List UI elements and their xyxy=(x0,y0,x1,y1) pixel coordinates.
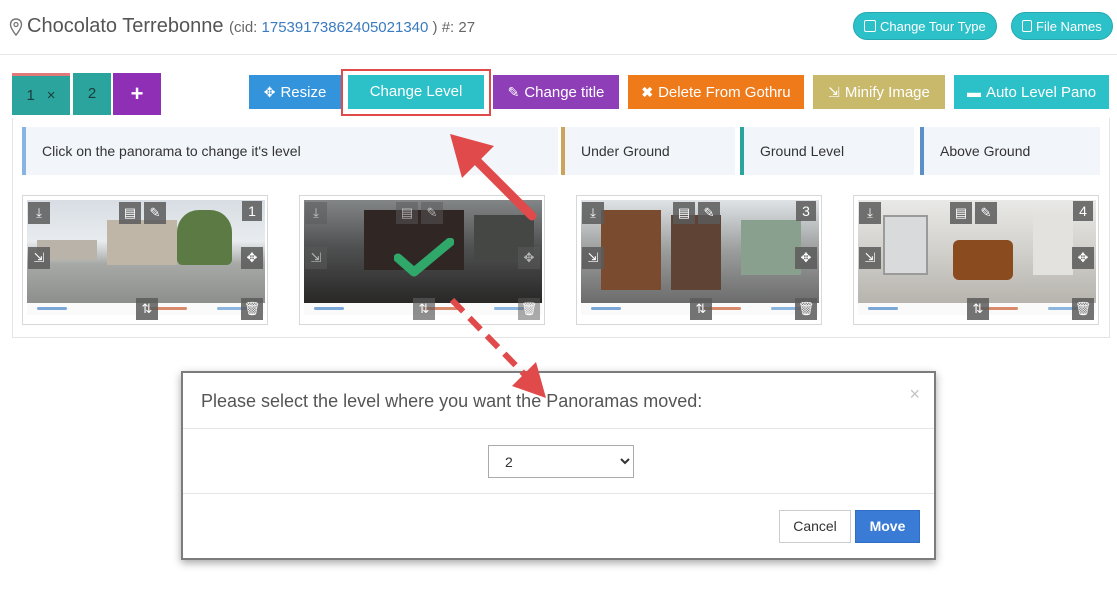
auto-level-pano-button[interactable]: ▬ Auto Level Pano xyxy=(954,75,1109,109)
move-icon[interactable]: ✥ xyxy=(1072,247,1094,269)
pencil-icon: ✎ xyxy=(507,84,520,100)
compress-icon[interactable]: ⇲ xyxy=(859,247,881,269)
change-title-label: Change title xyxy=(524,84,605,101)
tab-1-label: 1 xyxy=(26,87,35,104)
file-names-label: File Names xyxy=(1036,19,1102,34)
trash-icon[interactable]: 🗑 xyxy=(1072,298,1094,320)
move-button[interactable]: Move xyxy=(855,510,920,543)
trash-icon[interactable]: 🗑 xyxy=(518,298,540,320)
tab-level-2[interactable]: 2 xyxy=(73,73,111,115)
legend-under-ground: Under Ground xyxy=(561,127,735,175)
edit-icon[interactable]: ✎ xyxy=(975,202,997,224)
minify-image-button[interactable]: ⇲ Minify Image xyxy=(813,75,945,109)
cid-suffix: ) #: 27 xyxy=(432,19,476,36)
auto-level-label: Auto Level Pano xyxy=(985,84,1097,101)
trash-icon[interactable]: 🗑 xyxy=(795,298,817,320)
panorama-number: 1 xyxy=(242,201,262,221)
minify-label: Minify Image xyxy=(844,84,930,101)
check-icon xyxy=(394,238,454,277)
tour-name: Chocolato Terrebonne xyxy=(27,15,224,37)
move-icon[interactable]: ✥ xyxy=(241,247,263,269)
map-pin-icon xyxy=(9,18,23,36)
page-header: Chocolato Terrebonne (cid: 1753917386240… xyxy=(0,0,1117,55)
ruler-icon[interactable]: ▤ xyxy=(950,202,972,224)
close-icon[interactable]: × xyxy=(909,384,920,405)
panorama-number: 3 xyxy=(796,201,816,221)
add-level-button[interactable]: + xyxy=(113,73,161,115)
page-title: Chocolato Terrebonne (cid: 1753917386240… xyxy=(27,15,475,38)
ruler-icon[interactable]: ▤ xyxy=(119,202,141,224)
legend-above-ground: Above Ground xyxy=(920,127,1100,175)
change-tour-type-label: Change Tour Type xyxy=(880,19,986,34)
panorama-card-4[interactable]: ⤓ ▤ ✎ 4 ⇲ ✥ ⇅ 🗑 xyxy=(853,195,1099,325)
flip-icon[interactable]: ⇅ xyxy=(413,298,435,320)
ruler-icon: ▬ xyxy=(966,84,981,100)
file-names-button[interactable]: File Names xyxy=(1011,12,1113,40)
resize-label: Resize xyxy=(280,84,327,101)
move-icon: ✥ xyxy=(263,84,276,100)
panorama-number: 4 xyxy=(1073,201,1093,221)
delete-from-gothru-button[interactable]: ✖ Delete From Gothru xyxy=(628,75,804,109)
delete-label: Delete From Gothru xyxy=(658,84,791,101)
cid-link[interactable]: 17539173862405021340 xyxy=(262,19,429,36)
page: Chocolato Terrebonne (cid: 1753917386240… xyxy=(0,0,1117,600)
cancel-button[interactable]: Cancel xyxy=(779,510,851,543)
modal-title: Please select the level where you want t… xyxy=(201,391,703,411)
panorama-card-2[interactable]: ⤓ ▤ ✎ ⇲ ✥ ⇅ 🗑 xyxy=(299,195,545,325)
flip-icon[interactable]: ⇅ xyxy=(136,298,158,320)
tab-level-1[interactable]: 1 × xyxy=(12,73,70,115)
change-title-button[interactable]: ✎ Change title xyxy=(493,75,619,109)
trash-icon[interactable]: 🗑 xyxy=(241,298,263,320)
ruler-icon[interactable]: ▤ xyxy=(673,202,695,224)
modal-header: Please select the level where you want t… xyxy=(183,373,934,429)
file-icon xyxy=(1022,20,1032,32)
tab-2-label: 2 xyxy=(87,85,97,102)
compress-icon[interactable]: ⇲ xyxy=(305,247,327,269)
close-icon: ✖ xyxy=(641,84,654,100)
cid-info: (cid: 17539173862405021340 ) #: 27 xyxy=(229,19,475,36)
move-level-modal: Please select the level where you want t… xyxy=(181,371,936,560)
close-icon[interactable]: × xyxy=(47,87,56,104)
resize-button[interactable]: ✥ Resize xyxy=(249,75,341,109)
panorama-card-3[interactable]: ⤓ ▤ ✎ 3 ⇲ ✥ ⇅ 🗑 xyxy=(576,195,822,325)
flip-icon[interactable]: ⇅ xyxy=(690,298,712,320)
move-icon[interactable]: ✥ xyxy=(795,247,817,269)
edit-icon[interactable]: ✎ xyxy=(698,202,720,224)
download-icon[interactable]: ⤓ xyxy=(305,202,327,224)
download-icon[interactable]: ⤓ xyxy=(582,202,604,224)
flip-icon[interactable]: ⇅ xyxy=(967,298,989,320)
edit-icon xyxy=(864,20,876,32)
modal-body: 2 xyxy=(183,429,934,494)
highlight-box xyxy=(341,69,491,116)
cid-label: (cid: xyxy=(229,19,258,36)
download-icon[interactable]: ⤓ xyxy=(28,202,50,224)
compress-icon: ⇲ xyxy=(828,84,840,100)
move-icon[interactable]: ✥ xyxy=(518,247,540,269)
compress-icon[interactable]: ⇲ xyxy=(28,247,50,269)
change-tour-type-button[interactable]: Change Tour Type xyxy=(853,12,997,40)
panorama-card-1[interactable]: ⤓ ▤ ✎ 1 ⇲ ✥ ⇅ 🗑 xyxy=(22,195,268,325)
legend-info: Click on the panorama to change it's lev… xyxy=(22,127,558,175)
download-icon[interactable]: ⤓ xyxy=(859,202,881,224)
edit-icon[interactable]: ✎ xyxy=(421,202,443,224)
plus-icon: + xyxy=(130,81,144,106)
legend-ground-level: Ground Level xyxy=(740,127,914,175)
ruler-icon[interactable]: ▤ xyxy=(396,202,418,224)
compress-icon[interactable]: ⇲ xyxy=(582,247,604,269)
edit-icon[interactable]: ✎ xyxy=(144,202,166,224)
level-select[interactable]: 2 xyxy=(488,445,634,478)
